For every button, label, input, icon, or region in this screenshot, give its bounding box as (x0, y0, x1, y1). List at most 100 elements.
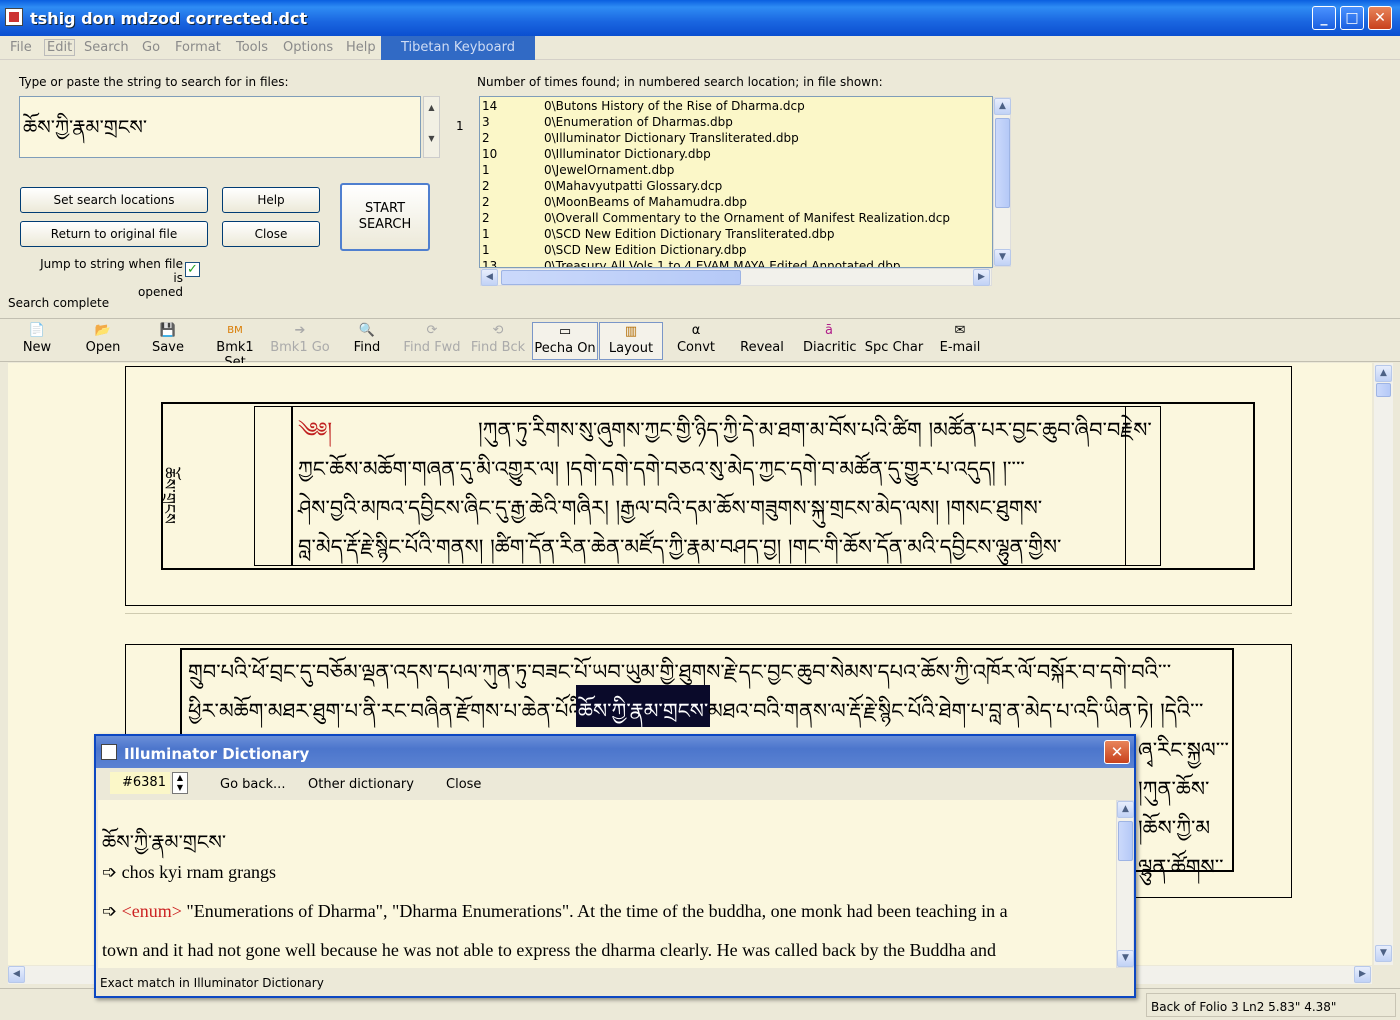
new-label: New (22, 340, 52, 355)
results-hscroll-thumb[interactable] (501, 270, 741, 285)
transliteration: chos kyi rnam grangs (121, 862, 277, 882)
diacritic-button[interactable]: ā Diacritic (803, 322, 857, 360)
minimize-button[interactable]: _ (1312, 6, 1336, 30)
result-count: 13 (482, 259, 498, 268)
scroll-down-icon[interactable]: ▼ (424, 134, 439, 143)
layout-icon: ▥ (624, 324, 638, 339)
close-window-button[interactable]: ✕ (1368, 6, 1392, 30)
close-search-button[interactable]: Close (222, 221, 320, 247)
scroll-left-icon[interactable]: ◀ (8, 966, 25, 983)
dialog-toolbar: #6381 ▲ ▼ Go back... Other dictionary Cl… (96, 768, 1134, 800)
convert-button[interactable]: α Convt (674, 322, 718, 360)
email-button[interactable]: ✉ E-mail (938, 322, 982, 360)
new-button[interactable]: 📄 New (20, 322, 54, 360)
scroll-down-icon[interactable]: ▼ (1117, 950, 1134, 967)
menu-search[interactable]: Search (84, 40, 129, 55)
scroll-right-icon[interactable]: ▶ (1354, 966, 1371, 983)
bookmark-set-button[interactable]: BMBmk1 Set (204, 322, 266, 370)
menu-format[interactable]: Format (175, 40, 221, 55)
entry-spinner[interactable]: ▲ ▼ (172, 772, 188, 794)
title-bar: tshig don mdzod corrected.dct _ □ ✕ (0, 0, 1400, 36)
result-path: 0\SCD New Edition Dictionary.dbp (544, 243, 747, 257)
dialog-close-button[interactable]: Close (446, 777, 481, 792)
menu-options[interactable]: Options (283, 40, 333, 55)
dialog-vertical-scrollbar[interactable]: ▲ ▼ (1116, 800, 1134, 968)
help-button[interactable]: Help (222, 187, 320, 213)
results-scroll-thumb[interactable] (995, 118, 1010, 208)
find-button[interactable]: 🔍 Find (350, 322, 384, 360)
results-vertical-scrollbar[interactable]: ▲ ▼ (993, 97, 1011, 267)
scroll-down-icon[interactable]: ▼ (1375, 945, 1392, 962)
window-title: tshig don mdzod corrected.dct (30, 9, 308, 28)
scroll-up-icon[interactable]: ▲ (994, 98, 1011, 115)
menu-bar: File Edit Search Go Format Tools Options… (0, 36, 1400, 60)
pecha-on-button[interactable]: ▭ Pecha On (532, 322, 598, 360)
result-count: 2 (482, 179, 490, 193)
layout-button[interactable]: ▥ Layout (599, 322, 663, 360)
result-count: 1 (482, 163, 490, 177)
scroll-right-icon[interactable]: ▶ (973, 269, 990, 286)
jump-to-string-checkbox[interactable]: ✓ (185, 262, 200, 277)
result-count: 2 (482, 211, 490, 225)
dictionary-entry-body[interactable]: ཆོས་ཀྱི་རྣམ་གྲངས་ ➩ chos kyi rnam grangs… (98, 800, 1116, 968)
results-horizontal-scrollbar[interactable]: ◀ ▶ (480, 268, 992, 286)
menu-file[interactable]: File (10, 40, 32, 55)
result-path: 0\Illuminator Dictionary.dbp (544, 147, 711, 161)
reveal-icon (740, 322, 784, 340)
menu-tools[interactable]: Tools (236, 40, 268, 55)
arrow-right-icon: ➔ (294, 323, 306, 338)
save-label: Save (152, 340, 184, 355)
result-count: 2 (482, 131, 490, 145)
other-dictionary-button[interactable]: Other dictionary (308, 777, 414, 792)
menu-help[interactable]: Help (346, 40, 376, 55)
scroll-up-icon[interactable]: ▲ (424, 103, 439, 112)
search-results-list[interactable]: 14 0\Butons History of the Rise of Dharma… (479, 96, 993, 268)
search-input[interactable]: ཆོས་ཀྱི་རྣམ་གྲངས་ (19, 96, 421, 158)
search-status: Search complete (8, 296, 110, 310)
scroll-left-icon[interactable]: ◀ (481, 269, 498, 286)
dialog-close-icon[interactable]: ✕ (1104, 740, 1130, 764)
document-vertical-scrollbar[interactable]: ▲ ▼ (1374, 363, 1393, 965)
page-1-line-4: བླ་མེད་རྡོ་རྗེ་སྙིང་པོའི་གནས། །ཚིག་དོན་ར… (298, 535, 1062, 559)
arrow-icon: ➩ (102, 901, 118, 921)
start-search-button[interactable]: START SEARCH (340, 183, 430, 251)
bookmark-go-button[interactable]: ➔ Bmk1 Go (270, 322, 330, 360)
location-number: 1 (456, 119, 464, 133)
find-forward-label: Find Fwd (403, 340, 461, 355)
scroll-down-icon[interactable]: ▼ (994, 249, 1011, 266)
find-label: Find (353, 340, 381, 355)
menu-edit[interactable]: Edit (44, 39, 76, 56)
special-char-icon (864, 322, 924, 340)
search-highlight[interactable]: ཆོས་ཀྱི་རྣམ་གྲངས་ (576, 685, 711, 727)
page-2-fragment-4: ལྷུན་ཚོགས་་ (1138, 855, 1224, 879)
entry-up-icon[interactable]: ▲ (173, 773, 187, 783)
maximize-button[interactable]: □ (1340, 6, 1364, 30)
scroll-up-icon[interactable]: ▲ (1375, 365, 1392, 382)
result-path: 0\Treasury All Vols 1 to 4 EVAM MAYA Edi… (544, 259, 901, 268)
find-forward-icon: ⟳ (426, 323, 438, 338)
start-search-label-1: START (364, 201, 406, 216)
dialog-title-bar[interactable]: Illuminator Dictionary ✕ (96, 736, 1134, 768)
document-scroll-thumb[interactable] (1376, 383, 1391, 397)
open-button[interactable]: 📂 Open (84, 322, 122, 360)
special-char-button[interactable]: Spc Char (864, 322, 924, 360)
reveal-button[interactable]: Reveal (740, 322, 784, 360)
set-search-locations-button[interactable]: Set search locations (20, 187, 208, 213)
menu-go[interactable]: Go (142, 40, 160, 55)
dialog-scroll-thumb[interactable] (1118, 821, 1133, 861)
scroll-up-icon[interactable]: ▲ (1117, 801, 1134, 818)
save-button[interactable]: 💾 Save (150, 322, 186, 360)
definition-line-2: town and it had not gone well because he… (102, 940, 997, 960)
open-label: Open (85, 340, 121, 355)
transliteration-line: ➩ chos kyi rnam grangs (102, 862, 276, 883)
find-back-button[interactable]: ⟲ Find Bck (470, 322, 526, 360)
entry-down-icon[interactable]: ▼ (173, 783, 187, 793)
result-count: 2 (482, 195, 490, 209)
find-forward-button[interactable]: ⟳ Find Fwd (403, 322, 461, 360)
return-to-original-button[interactable]: Return to original file (20, 221, 208, 247)
go-back-button[interactable]: Go back... (220, 777, 285, 792)
tibetan-keyboard-menu[interactable]: Tibetan Keyboard (381, 36, 535, 60)
result-path: 0\Mahavyutpatti Glossary.dcp (544, 179, 723, 193)
jump-to-string-label: Jump to string when file is opened (33, 257, 183, 299)
search-input-scrollbar[interactable]: ▲ ▼ (423, 96, 440, 158)
